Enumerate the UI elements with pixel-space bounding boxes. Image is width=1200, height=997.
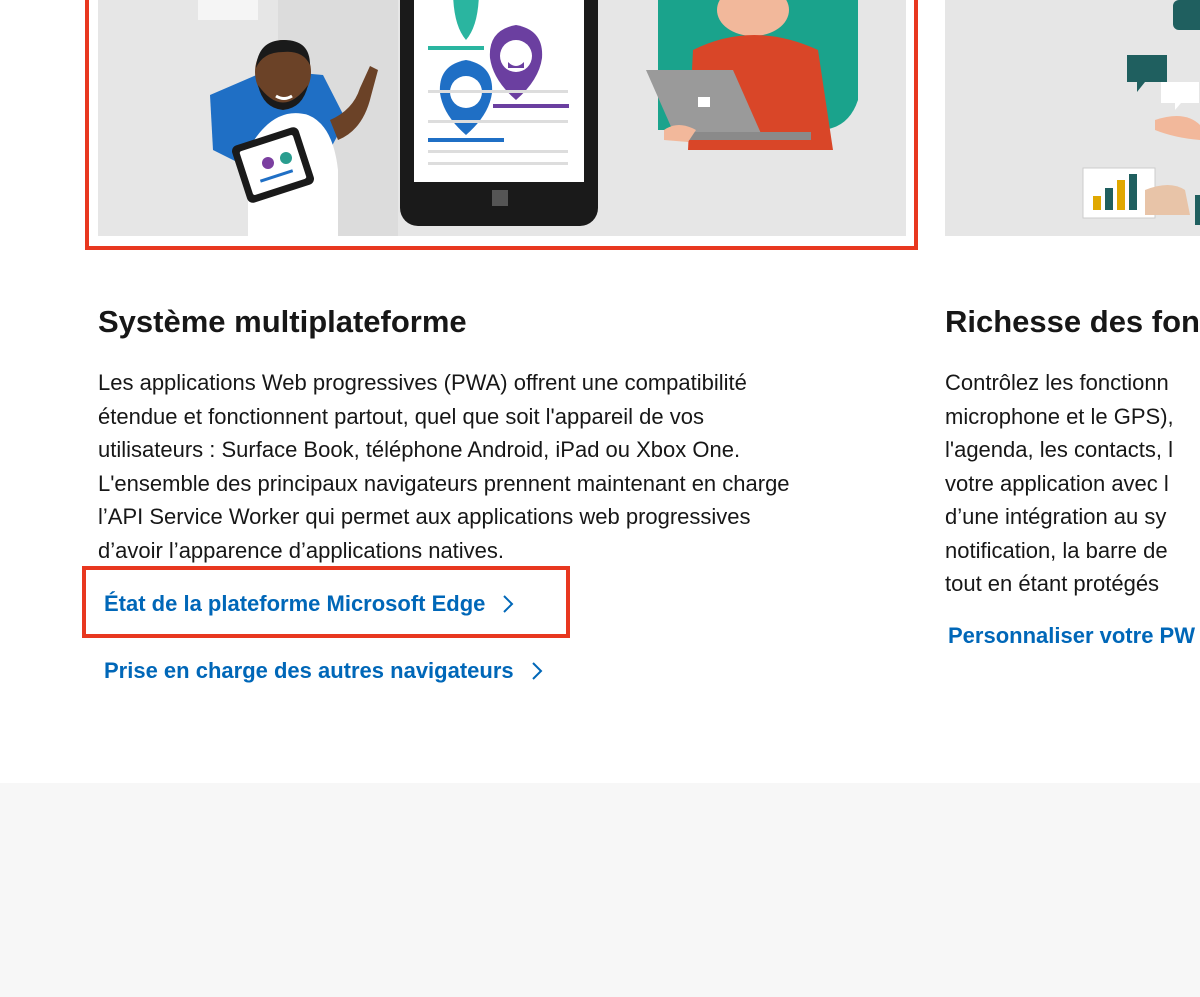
card-title: Système multiplateforme bbox=[98, 304, 467, 339]
link-edge-platform-status[interactable]: État de la plateforme Microsoft Edge bbox=[104, 588, 517, 620]
illustration-rich-features bbox=[945, 0, 1200, 236]
description-line: l'agenda, les contacts, l bbox=[945, 437, 1174, 462]
description-line: votre application avec l bbox=[945, 470, 1169, 496]
chevron-right-icon bbox=[503, 595, 514, 613]
illustration-cross-platform bbox=[98, 0, 906, 236]
page: Système multiplateforme Les applications… bbox=[0, 0, 1200, 997]
description-line: d’avoir l’apparence d’applications nativ… bbox=[98, 537, 505, 563]
link-other-browsers-support[interactable]: Prise en charge des autres navigateurs bbox=[104, 655, 546, 687]
description-line: notification, la barre de bbox=[945, 537, 1168, 563]
card-title: Richesse des fonc bbox=[945, 304, 1200, 339]
link-label: Prise en charge des autres navigateurs bbox=[104, 658, 514, 683]
description-line: L'ensemble des principaux navigateurs pr… bbox=[98, 470, 790, 496]
link-label: État de la plateforme Microsoft Edge bbox=[104, 591, 486, 616]
description-line: utilisateurs : Surface Book, téléphone A… bbox=[98, 437, 741, 462]
chevron-right-icon bbox=[531, 662, 543, 680]
description-line: Contrôlez les fonctionn bbox=[945, 370, 1169, 395]
link-customize-pwa[interactable]: Personnaliser votre PW bbox=[948, 620, 1195, 652]
link-label: Personnaliser votre PW bbox=[948, 623, 1195, 648]
description-line: Les applications Web progressives (PWA) … bbox=[98, 370, 747, 395]
rich-features-illustration-art bbox=[945, 0, 1200, 236]
description-line: l’API Service Worker qui permet aux appl… bbox=[98, 504, 751, 529]
description-line: étendue et fonctionnent partout, quel qu… bbox=[98, 403, 704, 429]
description-line: microphone et le GPS), bbox=[945, 403, 1174, 429]
card-rich-features: Richesse des fonc Contrôlez les fonction… bbox=[945, 0, 1200, 648]
card-description: Contrôlez les fonctionn microphone et le… bbox=[945, 366, 1200, 601]
description-line: d’une intégration au sy bbox=[945, 504, 1167, 529]
card-cross-platform: Système multiplateforme Les applications… bbox=[98, 0, 906, 683]
cross-platform-illustration-art bbox=[98, 0, 906, 236]
description-line: tout en étant protégés bbox=[945, 571, 1160, 596]
footer-band bbox=[0, 783, 1200, 997]
card-description: Les applications Web progressives (PWA) … bbox=[98, 366, 898, 567]
